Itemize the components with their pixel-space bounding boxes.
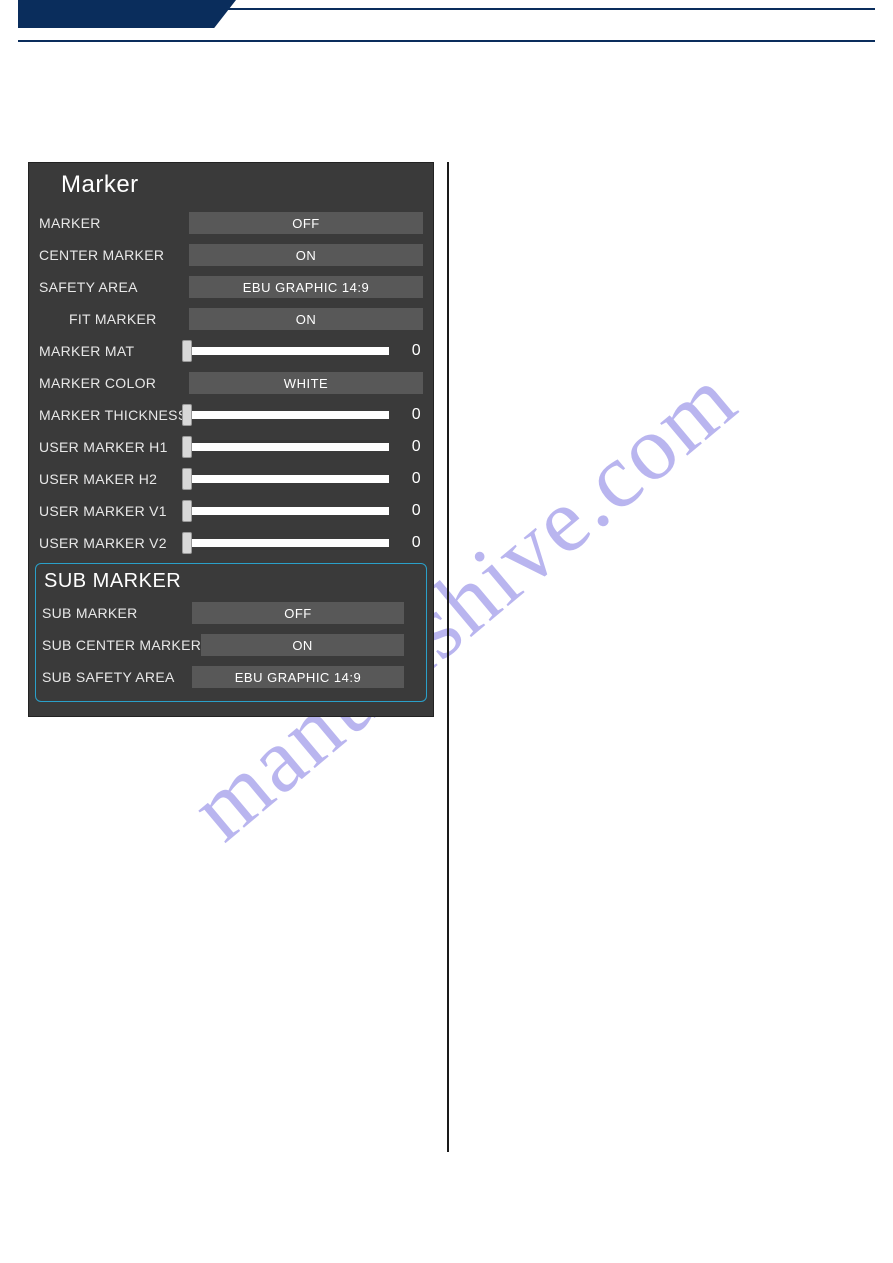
header-tab (18, 0, 236, 28)
value-marker-mat: 0 (403, 342, 423, 360)
column-divider (447, 162, 449, 1152)
sub-marker-box: SUB MARKER SUB MARKER OFF SUB CENTER MAR… (35, 563, 427, 702)
label-sub-center-marker: SUB CENTER MARKER (42, 637, 201, 653)
value-marker-thickness: 0 (403, 406, 423, 424)
sub-marker-title: SUB MARKER (36, 564, 426, 597)
row-user-marker-h1: USER MARKER H1 0 (29, 431, 433, 463)
label-safety-area: SAFETY AREA (39, 279, 189, 295)
slider-marker-mat[interactable] (187, 347, 389, 355)
select-marker-color[interactable]: WHITE (189, 372, 423, 394)
slider-thumb[interactable] (182, 532, 192, 554)
row-fit-marker: FIT MARKER ON (29, 303, 433, 335)
slider-marker-thickness[interactable] (187, 411, 389, 419)
slider-user-marker-h1[interactable] (187, 443, 389, 451)
row-marker-mat: MARKER MAT 0 (29, 335, 433, 367)
value-user-marker-v1: 0 (403, 502, 423, 520)
label-sub-marker: SUB MARKER (42, 605, 192, 621)
panel-title: Marker (29, 163, 433, 207)
row-user-marker-h2: USER MAKER H2 0 (29, 463, 433, 495)
value-user-marker-h2: 0 (403, 470, 423, 488)
select-sub-center-marker[interactable]: ON (201, 634, 404, 656)
header-rule-bottom (18, 40, 875, 42)
label-marker-mat: MARKER MAT (39, 343, 189, 359)
value-user-marker-v2: 0 (403, 534, 423, 552)
select-sub-marker[interactable]: OFF (192, 602, 404, 624)
row-sub-safety-area: SUB SAFETY AREA EBU GRAPHIC 14:9 (36, 661, 426, 693)
label-marker-thickness: MARKER THICKNESS (39, 407, 189, 423)
label-user-marker-v2: USER MARKER V2 (39, 535, 189, 551)
marker-menu-panel: Marker MARKER OFF CENTER MARKER ON SAFET… (28, 162, 434, 717)
select-fit-marker[interactable]: ON (189, 308, 423, 330)
label-center-marker: CENTER MARKER (39, 247, 189, 263)
row-user-marker-v1: USER MARKER V1 0 (29, 495, 433, 527)
select-sub-safety-area[interactable]: EBU GRAPHIC 14:9 (192, 666, 404, 688)
slider-user-marker-v1[interactable] (187, 507, 389, 515)
slider-thumb[interactable] (182, 404, 192, 426)
select-marker[interactable]: OFF (189, 212, 423, 234)
label-user-marker-h2: USER MAKER H2 (39, 471, 189, 487)
row-safety-area: SAFETY AREA EBU GRAPHIC 14:9 (29, 271, 433, 303)
row-center-marker: CENTER MARKER ON (29, 239, 433, 271)
label-user-marker-v1: USER MARKER V1 (39, 503, 189, 519)
row-user-marker-v2: USER MARKER V2 0 (29, 527, 433, 559)
row-marker-thickness: MARKER THICKNESS 0 (29, 399, 433, 431)
slider-user-marker-h2[interactable] (187, 475, 389, 483)
label-marker-color: MARKER COLOR (39, 375, 189, 391)
value-user-marker-h1: 0 (403, 438, 423, 456)
row-sub-marker: SUB MARKER OFF (36, 597, 426, 629)
label-marker: MARKER (39, 215, 189, 231)
row-marker: MARKER OFF (29, 207, 433, 239)
slider-thumb[interactable] (182, 468, 192, 490)
label-sub-safety-area: SUB SAFETY AREA (42, 669, 192, 685)
slider-user-marker-v2[interactable] (187, 539, 389, 547)
label-user-marker-h1: USER MARKER H1 (39, 439, 189, 455)
label-fit-marker: FIT MARKER (39, 311, 189, 327)
select-safety-area[interactable]: EBU GRAPHIC 14:9 (189, 276, 423, 298)
slider-thumb[interactable] (182, 436, 192, 458)
row-sub-center-marker: SUB CENTER MARKER ON (36, 629, 426, 661)
select-center-marker[interactable]: ON (189, 244, 423, 266)
slider-thumb[interactable] (182, 500, 192, 522)
row-marker-color: MARKER COLOR WHITE (29, 367, 433, 399)
slider-thumb[interactable] (182, 340, 192, 362)
